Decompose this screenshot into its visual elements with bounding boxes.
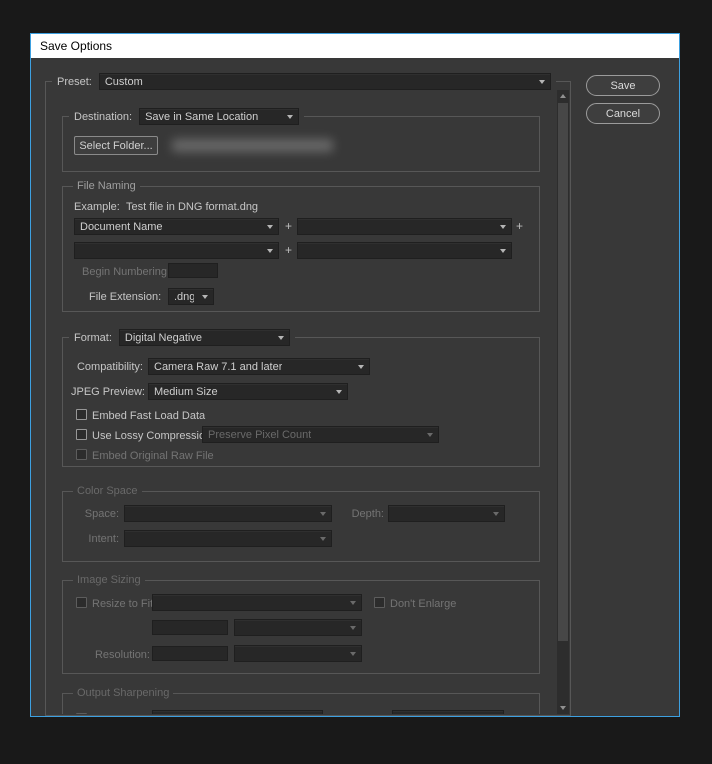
depth-label: Depth: bbox=[351, 508, 384, 520]
file-naming-group: File Naming Example: Test file in DNG fo… bbox=[62, 179, 540, 312]
resolution-label: Resolution: bbox=[94, 649, 150, 661]
arrow-up-icon bbox=[560, 94, 566, 98]
resize-to-fit-select bbox=[152, 594, 362, 611]
compatibility-label: Compatibility: bbox=[76, 361, 143, 373]
chevron-down-icon bbox=[320, 511, 326, 516]
chevron-down-icon bbox=[500, 248, 506, 253]
chevron-down-icon bbox=[358, 364, 364, 369]
color-space-group: Color Space Space: Depth: Intent: bbox=[62, 484, 540, 562]
format-label: Format: bbox=[74, 331, 112, 344]
embed-fast-load-checkbox[interactable] bbox=[76, 409, 87, 420]
output-sharpening-legend: Output Sharpening bbox=[73, 686, 174, 700]
amount-select bbox=[392, 710, 504, 714]
space-select bbox=[124, 505, 332, 522]
output-sharpening-group: Output Sharpening Sharpen For: Amount: bbox=[62, 686, 540, 714]
destination-group: Destination: Save in Same Location Selec… bbox=[62, 107, 540, 172]
chevron-down-icon bbox=[350, 600, 356, 605]
dont-enlarge-label: Don't Enlarge bbox=[390, 598, 457, 610]
image-sizing-legend: Image Sizing bbox=[73, 573, 145, 587]
image-sizing-group: Image Sizing Resize to Fit: Don't Enlarg… bbox=[62, 573, 540, 674]
chevron-down-icon bbox=[336, 389, 342, 394]
dialog-body: Save Cancel Preset: Custom Destination: … bbox=[31, 58, 679, 716]
resize-to-fit-label: Resize to Fit: bbox=[92, 598, 157, 610]
example-value: Test file in DNG format.dng bbox=[126, 201, 259, 213]
scrollbar[interactable] bbox=[557, 90, 569, 714]
scroll-viewport: Destination: Save in Same Location Selec… bbox=[47, 83, 553, 714]
chevron-down-icon bbox=[267, 224, 273, 229]
dont-enlarge-checkbox bbox=[374, 597, 385, 608]
select-folder-button[interactable]: Select Folder... bbox=[74, 136, 158, 155]
filename-token-1-value: Document Name bbox=[80, 220, 163, 233]
jpeg-preview-value: Medium Size bbox=[154, 385, 218, 398]
format-select[interactable]: Digital Negative bbox=[118, 329, 290, 346]
space-label: Space: bbox=[84, 508, 119, 520]
chevron-down-icon bbox=[320, 536, 326, 541]
title-bar: Save Options bbox=[31, 34, 679, 58]
preset-group: Preset: Custom Destination: Save in Same… bbox=[45, 72, 571, 716]
arrow-down-icon bbox=[560, 706, 566, 710]
destination-select[interactable]: Save in Same Location bbox=[139, 108, 300, 125]
scroll-down-button[interactable] bbox=[557, 702, 569, 714]
redacted-folder-path bbox=[172, 139, 333, 152]
embed-original-raw-label: Embed Original Raw File bbox=[92, 450, 214, 462]
embed-original-raw-checkbox bbox=[76, 449, 87, 460]
chevron-down-icon bbox=[500, 224, 506, 229]
compatibility-select[interactable]: Camera Raw 7.1 and later bbox=[148, 358, 370, 375]
destination-value: Save in Same Location bbox=[145, 110, 259, 123]
chevron-down-icon bbox=[427, 432, 433, 437]
use-lossy-compression-checkbox[interactable] bbox=[76, 429, 87, 440]
sharpen-for-checkbox bbox=[76, 713, 87, 714]
resolution-input bbox=[152, 646, 228, 661]
filename-token-4-select[interactable] bbox=[297, 242, 512, 259]
format-value: Digital Negative bbox=[124, 331, 202, 344]
example-label: Example: bbox=[74, 201, 120, 213]
file-extension-value: .dng bbox=[174, 290, 194, 303]
resolution-unit-select bbox=[234, 645, 362, 662]
resize-to-fit-checkbox bbox=[76, 597, 87, 608]
scrollbar-thumb[interactable] bbox=[558, 103, 568, 641]
destination-row: Destination: Save in Same Location bbox=[69, 107, 305, 126]
filename-token-1-select[interactable]: Document Name bbox=[74, 218, 279, 235]
use-lossy-compression-select: Preserve Pixel Count bbox=[202, 426, 439, 443]
plus-separator: + bbox=[516, 219, 524, 233]
intent-label: Intent: bbox=[88, 533, 119, 545]
chevron-down-icon bbox=[493, 511, 499, 516]
use-lossy-compression-value: Preserve Pixel Count bbox=[208, 428, 312, 441]
filename-token-2-select[interactable] bbox=[297, 218, 512, 235]
save-button[interactable]: Save bbox=[586, 75, 660, 96]
chevron-down-icon bbox=[267, 248, 273, 253]
color-space-legend: Color Space bbox=[73, 484, 142, 498]
save-options-dialog: Save Options Save Cancel Preset: Custom … bbox=[30, 33, 680, 717]
scroll-up-button[interactable] bbox=[557, 90, 569, 102]
chevron-down-icon bbox=[350, 651, 356, 656]
chevron-down-icon bbox=[277, 335, 284, 340]
intent-select bbox=[124, 530, 332, 547]
depth-select bbox=[388, 505, 505, 522]
embed-fast-load-label: Embed Fast Load Data bbox=[92, 410, 206, 422]
compatibility-value: Camera Raw 7.1 and later bbox=[154, 360, 283, 373]
jpeg-preview-label: JPEG Preview: bbox=[71, 386, 145, 398]
begin-numbering-label: Begin Numbering: bbox=[82, 266, 171, 278]
chevron-down-icon bbox=[202, 294, 208, 299]
jpeg-preview-select[interactable]: Medium Size bbox=[148, 383, 348, 400]
destination-label: Destination: bbox=[74, 110, 133, 123]
window-title: Save Options bbox=[40, 39, 113, 53]
use-lossy-compression-label: Use Lossy Compression: bbox=[92, 430, 215, 442]
file-naming-legend: File Naming bbox=[73, 179, 140, 193]
begin-numbering-input[interactable] bbox=[168, 263, 218, 278]
file-extension-select[interactable]: .dng bbox=[168, 288, 214, 305]
format-group: Format: Digital Negative Compatibility: … bbox=[62, 328, 540, 467]
file-extension-label: File Extension: bbox=[89, 291, 162, 303]
sharpen-for-select bbox=[152, 710, 323, 714]
filename-token-3-select[interactable] bbox=[74, 242, 279, 259]
plus-separator: + bbox=[285, 243, 293, 257]
size-width-input bbox=[152, 620, 228, 635]
plus-separator: + bbox=[285, 219, 293, 233]
cancel-button[interactable]: Cancel bbox=[586, 103, 660, 124]
chevron-down-icon bbox=[350, 625, 356, 630]
format-row: Format: Digital Negative bbox=[69, 328, 295, 347]
chevron-down-icon bbox=[287, 114, 294, 119]
size-unit-select bbox=[234, 619, 362, 636]
